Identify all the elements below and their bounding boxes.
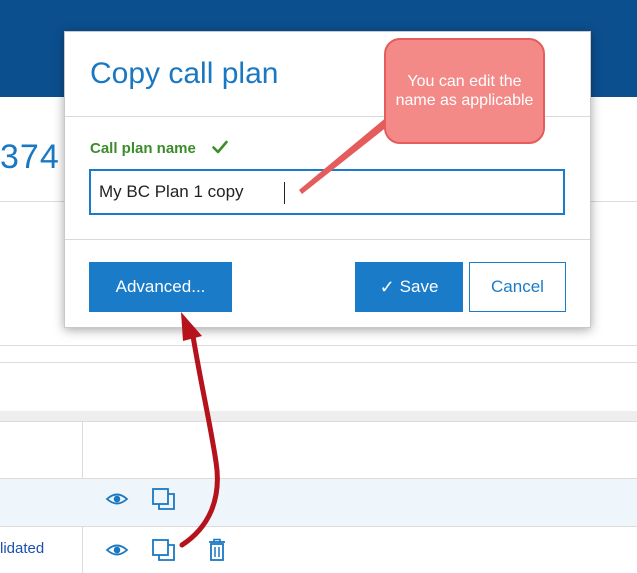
filter-bar: [0, 362, 637, 412]
section-gap: [0, 411, 637, 421]
check-icon: [212, 140, 228, 154]
eye-icon[interactable]: [105, 490, 129, 508]
eye-icon[interactable]: [105, 541, 129, 559]
divider: [0, 345, 637, 346]
annotation-callout: You can edit the name as applicable: [384, 38, 545, 144]
save-button-label: Save: [399, 277, 439, 296]
divider: [0, 526, 637, 527]
dialog-title: Copy call plan: [90, 57, 279, 90]
text-cursor: [284, 182, 285, 204]
copy-icon[interactable]: [151, 538, 177, 562]
advanced-button[interactable]: Advanced...: [89, 262, 232, 312]
status-text: lidated: [0, 540, 45, 557]
table-row: [0, 479, 637, 527]
dialog-divider: [65, 239, 590, 240]
page-title-fragment: 374: [0, 138, 60, 176]
cancel-button[interactable]: Cancel: [469, 262, 566, 312]
save-button[interactable]: ✓ Save: [355, 262, 463, 312]
checkmark-icon: ✓: [379, 276, 395, 297]
copy-icon[interactable]: [151, 487, 177, 511]
call-plan-name-label: Call plan name: [90, 140, 196, 157]
trash-icon[interactable]: [207, 538, 227, 562]
call-plan-name-input[interactable]: [89, 169, 565, 215]
divider: [0, 421, 637, 422]
